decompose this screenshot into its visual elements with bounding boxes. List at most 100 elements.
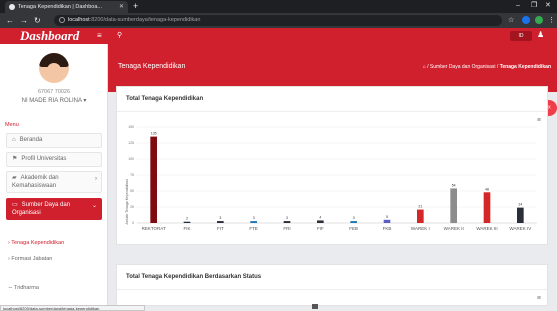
total-tenaga-card: Total Tenaga Kependidikan ≡ Jumlah Tenag… — [116, 86, 548, 245]
language-button[interactable]: ID — [510, 31, 532, 41]
y-tick-label: 125 — [128, 141, 134, 145]
x-tick-label: FIK — [183, 226, 190, 231]
data-label: 3 — [286, 216, 288, 220]
forward-icon[interactable]: → — [20, 15, 28, 26]
dashboard-logo[interactable]: Dashboard — [20, 29, 79, 43]
bar-fkb — [383, 219, 391, 223]
language-label: ID — [518, 33, 524, 39]
scroll-handle[interactable] — [312, 304, 318, 309]
menu-heading: Menu — [5, 122, 19, 128]
browser-menu-icon[interactable]: ⋮ — [548, 15, 555, 26]
y-tick-label: 25 — [130, 205, 134, 209]
user-icon[interactable]: ♟ — [537, 30, 544, 39]
x-tick-label: FTE — [249, 226, 258, 231]
url-path: :8200/data-sumberdaya/tenaga-kependidika… — [89, 17, 201, 23]
x-tick-label: WAREK IV — [509, 226, 531, 231]
extension-icon[interactable] — [522, 16, 530, 24]
chevron-right-icon: › — [95, 176, 97, 182]
avatar-face — [47, 63, 61, 77]
avatar — [39, 53, 69, 83]
breadcrumb-parent[interactable]: / Sumber Daya dan Organisasi / — [427, 64, 498, 70]
x-tick-label: REKTORAT — [142, 226, 166, 231]
y-tick-label: 50 — [130, 189, 134, 193]
hamburger-menu-icon[interactable]: ≡ — [97, 31, 102, 40]
x-tick-label: FRI — [283, 226, 290, 231]
browser-tab-strip: Tenaga Kependidikan | Dashboa... ✕ + – ❐… — [0, 0, 557, 13]
bar-fik — [183, 221, 191, 223]
app-header — [0, 28, 557, 44]
close-window-icon[interactable]: ✕ — [545, 0, 551, 12]
bar-warek-iii — [483, 192, 491, 223]
reload-icon[interactable]: ↻ — [34, 15, 41, 26]
data-label: 54 — [452, 183, 456, 187]
browser-tab[interactable]: Tenaga Kependidikan | Dashboa... ✕ — [5, 1, 128, 13]
user-id: 67067 70026 — [37, 89, 71, 95]
tab-close-icon[interactable]: ✕ — [119, 1, 124, 13]
profile-icon[interactable] — [535, 16, 543, 24]
data-label: 21 — [418, 205, 422, 209]
x-tick-label: FEB — [349, 226, 358, 231]
sidebar-item-label: Sumber Daya dan — [21, 202, 71, 208]
data-label: 5 — [386, 215, 388, 219]
address-bar[interactable]: localhost:8200/data-sumberdaya/tenaga-ke… — [54, 15, 502, 26]
y-tick-label: 100 — [128, 157, 134, 161]
chevron-down-icon: ⌄ — [91, 203, 97, 209]
data-label: 4 — [319, 215, 321, 219]
page-title: Tenaga Kependidikan — [118, 63, 186, 70]
bar-feb — [350, 221, 357, 223]
breadcrumb-current: Tenaga Kependidikan — [499, 64, 551, 70]
sidebar-item-beranda[interactable]: ⌂ Beranda — [6, 133, 102, 148]
breadcrumb: ⌂ / Sumber Daya dan Organisasi / Tenaga … — [423, 64, 551, 70]
sidebar-item-label-2: Organisasi — [12, 210, 41, 216]
academic-icon: ▰ — [12, 175, 17, 181]
card-title: Total Tenaga Kependidikan Berdasarkan St… — [126, 274, 262, 280]
status-bar-url: localhost/8200/data-sumberdaya/tenaga-ke… — [0, 305, 145, 311]
sidebar-item-label: Profil Universitas — [21, 156, 67, 162]
y-tick-label: 150 — [128, 125, 134, 129]
user-name-dropdown[interactable]: NI MADE RIA ROLINA ▾ — [0, 97, 108, 104]
tab-favicon-icon — [9, 4, 15, 10]
sidebar-item-label: Akademik dan — [20, 175, 59, 181]
data-label: 24 — [518, 203, 522, 207]
x-tick-label: FKB — [383, 226, 392, 231]
chart-menu-icon[interactable]: ≡ — [537, 295, 541, 302]
data-label: 135 — [151, 132, 157, 136]
y-axis-label: Jumlah Tenaga Kependidikan — [125, 179, 129, 225]
data-label: 48 — [485, 187, 489, 191]
search-icon[interactable]: ⚲ — [117, 31, 122, 39]
data-label: 3 — [353, 216, 355, 220]
y-tick-label: 0 — [132, 221, 134, 225]
sidebar-subitem-formasi-jabatan[interactable]: › Formasi Jabatan — [8, 256, 52, 262]
x-tick-label: WAREK I — [411, 226, 430, 231]
x-tick-label: FIF — [317, 226, 324, 231]
info-icon[interactable] — [59, 17, 65, 23]
bookmark-star-icon[interactable]: ☆ — [508, 15, 514, 26]
new-tab-button[interactable]: + — [133, 0, 138, 12]
data-label: 2 — [186, 217, 188, 221]
back-icon[interactable]: ← — [6, 15, 14, 26]
tab-title: Tenaga Kependidikan | Dashboa... — [18, 4, 102, 10]
sidebar-subitem-tenaga-kependidikan[interactable]: › Tenaga Kependidikan — [8, 240, 64, 246]
x-tick-label: FIT — [217, 226, 224, 231]
sidebar-item-akademik[interactable]: ▰ Akademik dan Kemahasiswaan › — [6, 171, 102, 193]
sidebar-item-sumber-daya[interactable]: ▭ Sumber Daya dan Organisasi ⌄ — [6, 198, 102, 220]
bar-fif — [317, 220, 324, 223]
bar-fit — [217, 221, 224, 223]
organization-icon: ▭ — [12, 202, 18, 208]
sidebar-item-tridharma[interactable]: ∼ Tridharma — [8, 285, 39, 291]
bar-chart: Jumlah Tenaga Kependidikan 0255075100125… — [125, 125, 537, 231]
page-header: Tenaga Kependidikan ⌂ / Sumber Daya dan … — [108, 44, 557, 92]
breadcrumb-home-icon[interactable]: ⌂ — [423, 64, 426, 70]
data-label: 3 — [253, 216, 255, 220]
home-icon: ⌂ — [12, 137, 16, 143]
x-tick-label: WAREK II — [444, 226, 464, 231]
minimize-icon[interactable]: – — [516, 0, 520, 12]
status-card: Total Tenaga Kependidikan Berdasarkan St… — [116, 264, 548, 306]
sidebar-item-profil-universitas[interactable]: ⚑ Profil Universitas — [6, 152, 102, 167]
data-label: 3 — [219, 216, 221, 220]
sidebar: 67067 70026 NI MADE RIA ROLINA ▾ Menu ⌂ B… — [0, 44, 108, 306]
restore-icon[interactable]: ❐ — [531, 0, 537, 12]
institution-icon: ⚑ — [12, 156, 18, 162]
y-tick-label: 75 — [130, 173, 134, 177]
bar-warek-ii — [450, 188, 457, 223]
